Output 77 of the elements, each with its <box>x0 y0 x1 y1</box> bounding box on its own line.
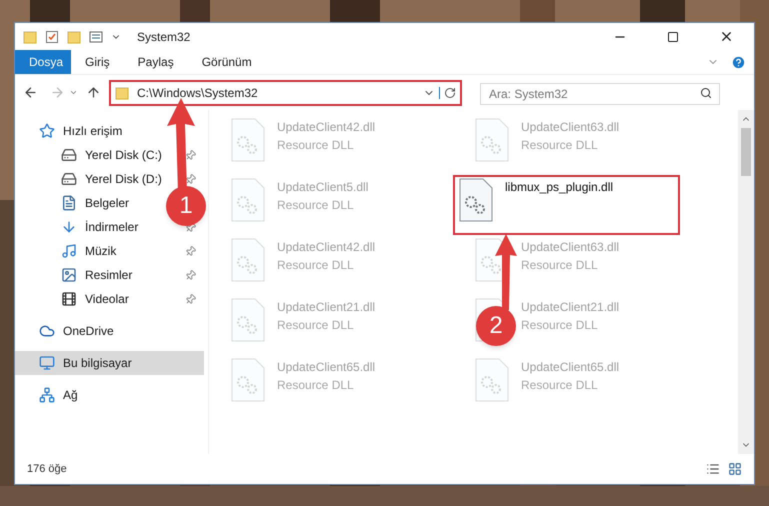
back-icon[interactable] <box>23 85 38 100</box>
details-view-icon[interactable] <box>706 462 720 476</box>
ribbon-tab[interactable]: Görünüm <box>188 50 266 74</box>
nav-item[interactable]: Ağ <box>39 386 78 404</box>
nav-label: Hızlı erişim <box>63 123 122 140</box>
folder-icon <box>23 30 37 44</box>
nav-item[interactable]: Hızlı erişim <box>39 122 122 140</box>
cloud-icon <box>39 323 55 339</box>
nav-item[interactable]: İndirmeler <box>61 218 138 236</box>
gear-file-icon <box>459 178 493 222</box>
nav-label: İndirmeler <box>85 219 138 236</box>
refresh-icon[interactable] <box>439 86 456 98</box>
gear-file-icon <box>231 238 265 282</box>
image-icon <box>61 267 77 283</box>
file-type: Resource DLL <box>277 197 355 214</box>
gear-file-icon <box>231 178 265 222</box>
nav-item[interactable]: Yerel Disk (C:) <box>61 146 162 164</box>
address-path: C:\Windows\System32 <box>137 84 258 102</box>
scrollbar[interactable] <box>738 110 754 454</box>
properties-icon <box>89 30 103 44</box>
nav-label: Resimler <box>85 267 132 284</box>
nav-label: Ağ <box>63 387 78 404</box>
nav-label: Videolar <box>85 291 129 308</box>
nav-label: Müzik <box>85 243 116 260</box>
scroll-thumb[interactable] <box>741 128 751 176</box>
nav-item[interactable]: Resimler <box>61 266 132 284</box>
music-note-icon <box>61 243 77 259</box>
nav-item[interactable]: Müzik <box>61 242 116 260</box>
film-icon <box>61 291 77 307</box>
item-count: 176 öğe <box>27 462 67 477</box>
monitor-icon <box>39 355 55 371</box>
file-type: Resource DLL <box>521 377 599 394</box>
star-icon <box>39 123 55 139</box>
folder-icon <box>67 30 81 44</box>
checklist-icon <box>45 30 59 44</box>
ribbon-tab[interactable]: Dosya <box>15 50 71 74</box>
window-title: System32 <box>137 28 190 46</box>
file-type: Resource DLL <box>521 137 599 154</box>
file-type: Resource DLL <box>277 317 355 334</box>
nav-item[interactable]: Yerel Disk (D:) <box>61 170 162 188</box>
gear-file-icon <box>475 358 509 402</box>
close-icon[interactable] <box>719 29 734 44</box>
nav-label: Yerel Disk (C:) <box>85 147 162 164</box>
download-icon <box>61 219 77 235</box>
gear-file-icon <box>231 298 265 342</box>
nav-label: Yerel Disk (D:) <box>85 171 162 188</box>
gear-file-icon <box>231 118 265 162</box>
file-type: Resource DLL <box>277 257 355 274</box>
nav-item[interactable]: Belgeler <box>61 194 130 212</box>
file-type: Resource DLL <box>521 257 599 274</box>
nav-label: OneDrive <box>63 323 114 340</box>
gear-file-icon <box>475 118 509 162</box>
help-icon[interactable] <box>731 54 746 70</box>
folder-icon <box>115 86 129 100</box>
nav-label: Bu bilgisayar <box>63 355 132 372</box>
address-bar[interactable]: C:\Windows\System32 <box>109 80 462 106</box>
file-type: Resource DLL <box>277 377 355 394</box>
up-icon[interactable] <box>86 85 101 100</box>
network-icon <box>39 387 55 403</box>
drive-icon <box>61 171 77 187</box>
large-icons-view-icon[interactable] <box>728 462 742 476</box>
file-type: Resource DLL <box>277 137 355 154</box>
drive-icon <box>61 147 77 163</box>
ribbon-tab[interactable]: Paylaş <box>124 50 188 74</box>
ribbon-tab[interactable]: Giriş <box>71 50 124 74</box>
recent-icon[interactable] <box>69 88 78 97</box>
file-name[interactable]: libmux_ps_plugin.dll <box>505 178 614 196</box>
nav-item[interactable]: OneDrive <box>39 322 114 340</box>
file-type: Resource DLL <box>521 317 599 334</box>
gear-file-icon <box>231 358 265 402</box>
search-field[interactable]: Ara: System32 <box>480 82 720 104</box>
search-icon <box>700 86 712 98</box>
maximize-icon[interactable] <box>667 30 679 42</box>
document-icon <box>61 195 77 211</box>
nav-label: Belgeler <box>85 195 130 212</box>
nav-item[interactable]: Bu bilgisayar <box>39 354 132 372</box>
nav-item[interactable]: Videolar <box>61 290 129 308</box>
